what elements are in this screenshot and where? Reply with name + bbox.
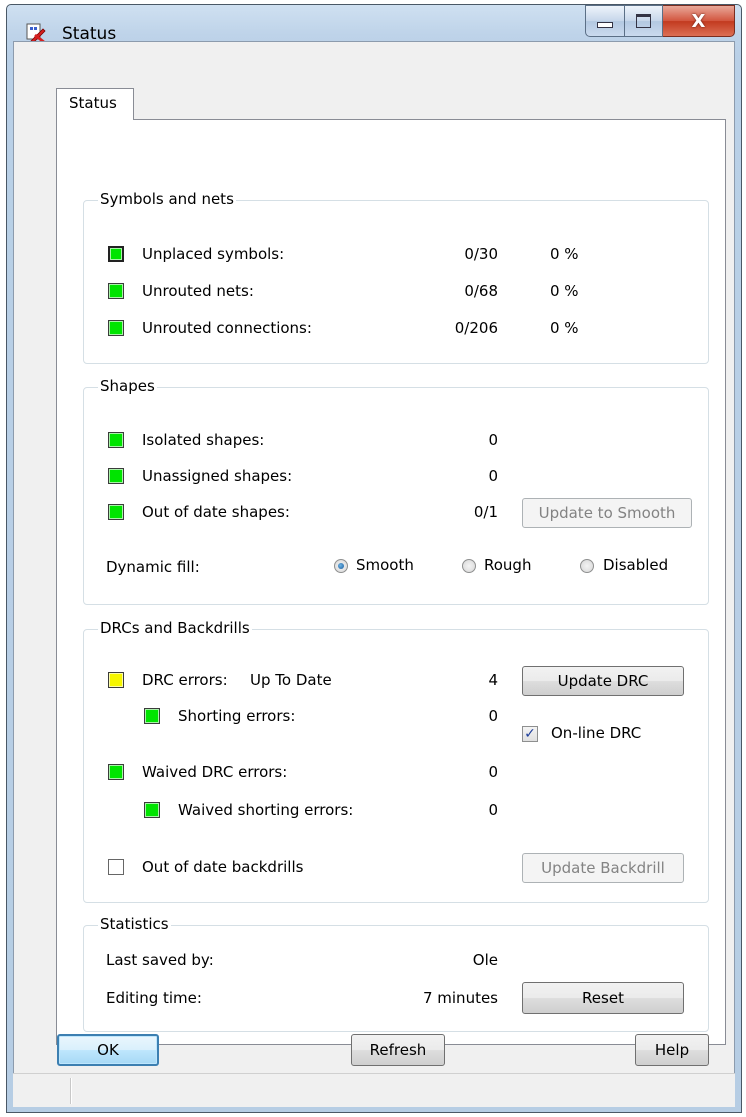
out-of-date-backdrills-label: Out of date backdrills: [142, 858, 304, 876]
last-saved-label: Last saved by:: [106, 951, 214, 969]
update-backdrill-button[interactable]: Update Backdrill: [522, 853, 684, 883]
isolated-shapes-indicator: [108, 432, 124, 448]
ok-button[interactable]: OK: [57, 1034, 159, 1066]
drc-status-text: Up To Date: [250, 671, 332, 689]
dialog-window: Status X Status Symbols and nets Unplace…: [6, 4, 742, 1113]
minimize-button[interactable]: [585, 5, 625, 37]
group-title: Statistics: [98, 915, 171, 933]
unrouted-nets-percent: 0 %: [550, 282, 579, 300]
dynamic-fill-label: Dynamic fill:: [106, 558, 200, 576]
window-controls: X: [585, 5, 735, 37]
unrouted-connections-label: Unrouted connections:: [142, 319, 312, 337]
help-button[interactable]: Help: [635, 1034, 709, 1066]
isolated-shapes-label: Isolated shapes:: [142, 431, 265, 449]
unrouted-connections-percent: 0 %: [550, 319, 579, 337]
drc-errors-label: DRC errors:: [142, 671, 228, 689]
shorting-errors-indicator: [144, 708, 160, 724]
update-drc-button[interactable]: Update DRC: [522, 666, 684, 696]
unrouted-nets-label: Unrouted nets:: [142, 282, 254, 300]
shorting-errors-count: 0: [488, 707, 498, 725]
unplaced-symbols-count: 0/30: [464, 245, 498, 263]
status-bar-separator: [70, 1078, 71, 1104]
editing-time-value: 7 minutes: [422, 989, 498, 1007]
maximize-button[interactable]: [625, 5, 663, 37]
fill-rough-radio[interactable]: [462, 559, 476, 573]
drc-errors-indicator: [108, 672, 124, 688]
dialog-client-area: Status Symbols and nets Unplaced symbols…: [13, 41, 735, 1106]
group-title: DRCs and Backdrills: [98, 619, 252, 637]
editing-time-label: Editing time:: [106, 989, 202, 1007]
reset-button[interactable]: Reset: [522, 982, 684, 1014]
checkmark-icon: ✓: [524, 726, 536, 742]
group-title: Symbols and nets: [98, 190, 236, 208]
waived-shorting-errors-count: 0: [488, 801, 498, 819]
shorting-errors-label: Shorting errors:: [178, 707, 296, 725]
fill-disabled-label[interactable]: Disabled: [603, 556, 668, 574]
unrouted-connections-count: 0/206: [454, 319, 498, 337]
fill-disabled-radio[interactable]: [580, 559, 594, 573]
backdrills-indicator: [108, 859, 124, 875]
drc-backdrills-group: DRCs and Backdrills DRC errors: Up To Da…: [83, 619, 709, 903]
unplaced-symbols-indicator: [108, 246, 124, 262]
close-icon: X: [691, 10, 706, 32]
fill-rough-label[interactable]: Rough: [484, 556, 531, 574]
waived-drc-errors-count: 0: [488, 763, 498, 781]
refresh-button[interactable]: Refresh: [351, 1034, 445, 1066]
unassigned-shapes-label: Unassigned shapes:: [142, 467, 293, 485]
minimize-icon: [597, 22, 613, 28]
symbols-nets-group: Symbols and nets Unplaced symbols: 0/30 …: [83, 190, 709, 364]
tab-status[interactable]: Status: [56, 88, 134, 120]
waived-shorting-errors-label: Waived shorting errors:: [178, 801, 354, 819]
out-of-date-shapes-count: 0/1: [473, 503, 498, 521]
waived-drc-errors-indicator: [108, 764, 124, 780]
waived-shorting-errors-indicator: [144, 802, 160, 818]
out-of-date-shapes-indicator: [108, 504, 124, 520]
unrouted-nets-indicator: [108, 283, 124, 299]
online-drc-checkbox[interactable]: ✓: [522, 726, 538, 742]
unassigned-shapes-indicator: [108, 468, 124, 484]
group-title: Shapes: [98, 377, 157, 395]
status-tab-panel: Symbols and nets Unplaced symbols: 0/30 …: [56, 119, 726, 1045]
unrouted-nets-count: 0/68: [464, 282, 498, 300]
status-bar: [13, 1073, 735, 1107]
close-button[interactable]: X: [663, 5, 735, 37]
maximize-icon: [636, 14, 651, 28]
drc-errors-count: 4: [488, 671, 498, 689]
unrouted-connections-indicator: [108, 320, 124, 336]
fill-smooth-radio[interactable]: [334, 559, 348, 573]
online-drc-label[interactable]: On-line DRC: [551, 724, 641, 742]
waived-drc-errors-label: Waived DRC errors:: [142, 763, 288, 781]
shapes-group: Shapes Isolated shapes: 0 Unassigned sha…: [83, 377, 709, 605]
last-saved-value: Ole: [472, 951, 498, 969]
unplaced-symbols-percent: 0 %: [550, 245, 579, 263]
fill-smooth-label[interactable]: Smooth: [356, 556, 414, 574]
unassigned-shapes-count: 0: [488, 467, 498, 485]
isolated-shapes-count: 0: [488, 431, 498, 449]
unplaced-symbols-label: Unplaced symbols:: [142, 245, 285, 263]
out-of-date-shapes-label: Out of date shapes:: [142, 503, 290, 521]
statistics-group: Statistics Last saved by: Ole Editing ti…: [83, 915, 709, 1032]
update-to-smooth-button[interactable]: Update to Smooth: [522, 498, 692, 528]
